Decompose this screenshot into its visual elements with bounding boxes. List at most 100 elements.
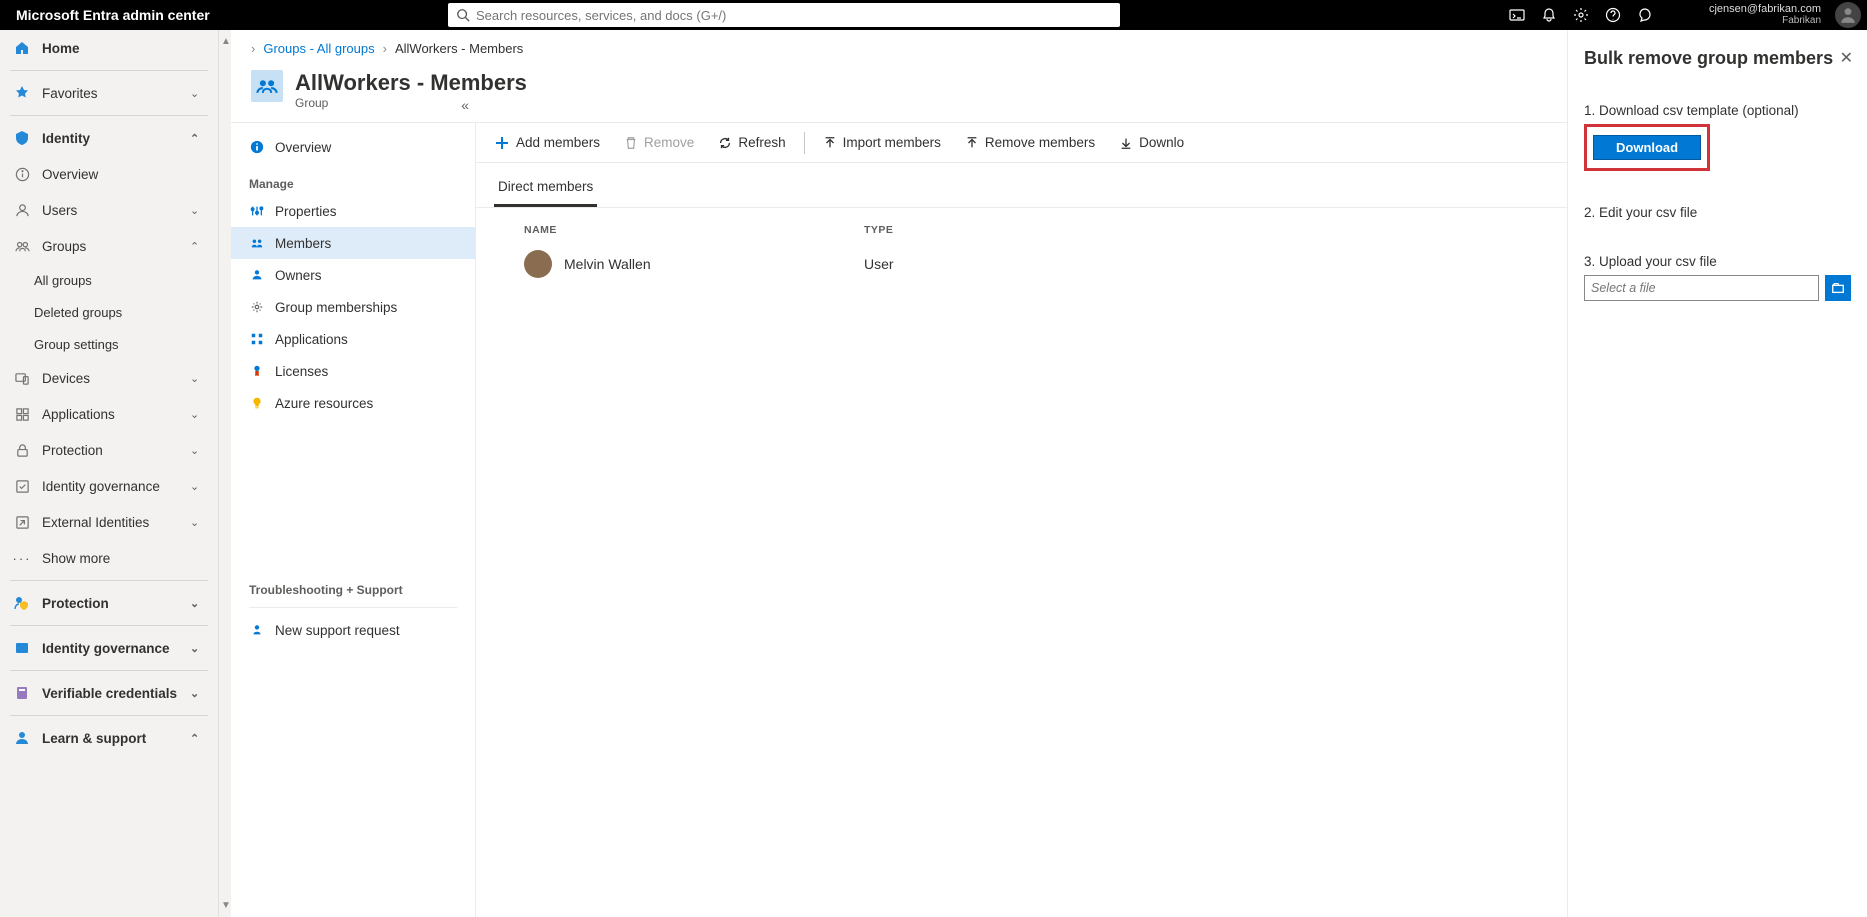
learn-icon	[12, 728, 32, 748]
nav-favorites[interactable]: Favorites ⌄	[0, 75, 218, 111]
download-icon	[1119, 136, 1133, 150]
nav-users[interactable]: Users ⌄	[0, 192, 218, 228]
top-bar: Microsoft Entra admin center cjensen@fab…	[0, 0, 1867, 30]
download-members-button[interactable]: Downlo	[1109, 127, 1194, 159]
scroll-gutter[interactable]: ▲ ▼	[219, 30, 231, 917]
verifiable-icon	[12, 683, 32, 703]
external-icon	[12, 512, 32, 532]
file-browse-button[interactable]	[1825, 275, 1851, 301]
chevron-down-icon: ⌄	[190, 642, 206, 655]
page-subtitle: Group	[295, 96, 527, 110]
page-title: AllWorkers - Members	[295, 70, 527, 96]
nav-group-settings[interactable]: Group settings	[0, 328, 218, 360]
cloud-shell-icon[interactable]	[1501, 0, 1533, 30]
star-icon	[12, 83, 32, 103]
left-nav: Home Favorites ⌄ Identity ⌃ Overview Use…	[0, 30, 219, 917]
col-name: NAME	[524, 224, 864, 236]
breadcrumb-groups[interactable]: Groups - All groups	[263, 41, 374, 56]
submenu-group-memberships[interactable]: Group memberships	[231, 291, 475, 323]
submenu-licenses[interactable]: Licenses	[231, 355, 475, 387]
nav-home[interactable]: Home	[0, 30, 218, 66]
import-members-button[interactable]: Import members	[813, 127, 951, 159]
apps-icon	[249, 331, 265, 347]
plus-icon	[494, 135, 510, 151]
nav-groups[interactable]: Groups ⌃	[0, 228, 218, 264]
help-icon[interactable]	[1597, 0, 1629, 30]
collapse-menu-icon[interactable]: «	[461, 97, 469, 113]
chevron-up-icon: ⌃	[190, 132, 206, 145]
submenu-manage-header: Manage	[231, 163, 475, 195]
step3-label: 3. Upload your csv file	[1584, 254, 1851, 269]
nav-identity-governance[interactable]: Identity governance ⌄	[0, 468, 218, 504]
submenu-ts-header: Troubleshooting + Support	[231, 569, 475, 601]
settings-icon[interactable]	[1565, 0, 1597, 30]
notifications-icon[interactable]	[1533, 0, 1565, 30]
account-info[interactable]: cjensen@fabrikan.com Fabrikan	[1701, 3, 1829, 27]
submenu-azure-resources[interactable]: Azure resources	[231, 387, 475, 419]
remove-button: Remove	[614, 127, 704, 159]
nav-all-groups[interactable]: All groups	[0, 264, 218, 296]
group-icon	[251, 70, 283, 102]
member-type: User	[864, 256, 894, 272]
account-avatar[interactable]	[1835, 2, 1861, 28]
chevron-right-icon: ›	[251, 41, 255, 56]
submenu-members[interactable]: Members	[231, 227, 475, 259]
apps-icon	[12, 404, 32, 424]
scroll-up-icon[interactable]: ▲	[221, 36, 229, 47]
submenu-applications[interactable]: Applications	[231, 323, 475, 355]
upload-icon	[823, 136, 837, 150]
refresh-button[interactable]: Refresh	[708, 127, 795, 159]
member-tabs: Direct members	[476, 163, 1567, 208]
nav-protection[interactable]: Protection ⌄	[0, 432, 218, 468]
nav-identity-overview[interactable]: Overview	[0, 156, 218, 192]
nav-applications[interactable]: Applications ⌄	[0, 396, 218, 432]
nav-learn-support[interactable]: Learn & support ⌃	[0, 720, 218, 756]
file-select-input[interactable]	[1584, 275, 1819, 301]
chevron-up-icon: ⌃	[190, 732, 206, 745]
remove-members-button[interactable]: Remove members	[955, 127, 1105, 159]
chevron-down-icon: ⌄	[190, 444, 206, 457]
account-tenant: Fabrikan	[1782, 15, 1821, 27]
upload-icon	[965, 136, 979, 150]
search-input[interactable]	[476, 8, 1112, 23]
table-header: NAME TYPE	[476, 208, 1567, 242]
chevron-down-icon: ⌄	[190, 687, 206, 700]
properties-icon	[249, 203, 265, 219]
table-row[interactable]: Melvin WallenUser	[476, 242, 1567, 286]
user-icon	[12, 200, 32, 220]
add-members-button[interactable]: Add members	[484, 127, 610, 159]
step1-label: 1. Download csv template (optional)	[1584, 103, 1851, 118]
product-name: Microsoft Entra admin center	[16, 7, 210, 23]
member-avatar	[524, 250, 552, 278]
nav-identity-governance-2[interactable]: Identity governance ⌄	[0, 630, 218, 666]
feedback-icon[interactable]	[1629, 0, 1661, 30]
nav-external-identities[interactable]: External Identities ⌄	[0, 504, 218, 540]
governance-icon	[12, 476, 32, 496]
nav-show-more[interactable]: ··· Show more	[0, 540, 218, 576]
info-icon	[12, 164, 32, 184]
chevron-down-icon: ⌄	[190, 408, 206, 421]
shield-icon	[12, 593, 32, 613]
submenu-new-support-request[interactable]: New support request	[231, 614, 475, 646]
nav-identity[interactable]: Identity ⌃	[0, 120, 218, 156]
license-icon	[249, 363, 265, 379]
nav-protection-2[interactable]: Protection ⌄	[0, 585, 218, 621]
chevron-down-icon: ⌄	[190, 597, 206, 610]
scroll-down-icon[interactable]: ▼	[221, 900, 229, 911]
toolbar: Add members Remove Refresh Import member…	[476, 123, 1567, 163]
nav-devices[interactable]: Devices ⌄	[0, 360, 218, 396]
close-icon[interactable]: ✕	[1840, 48, 1853, 68]
submenu-owners[interactable]: Owners	[231, 259, 475, 291]
nav-deleted-groups[interactable]: Deleted groups	[0, 296, 218, 328]
chevron-down-icon: ⌄	[190, 372, 206, 385]
member-name: Melvin Wallen	[564, 256, 864, 272]
members-icon	[249, 235, 265, 251]
nav-verifiable-credentials[interactable]: Verifiable credentials ⌄	[0, 675, 218, 711]
global-search[interactable]	[448, 3, 1120, 27]
step2-label: 2. Edit your csv file	[1584, 205, 1851, 220]
submenu-overview[interactable]: Overview	[231, 131, 475, 163]
download-template-button[interactable]: Download	[1593, 135, 1701, 160]
trash-icon	[624, 136, 638, 150]
tab-direct-members[interactable]: Direct members	[494, 173, 597, 207]
submenu-properties[interactable]: Properties	[231, 195, 475, 227]
